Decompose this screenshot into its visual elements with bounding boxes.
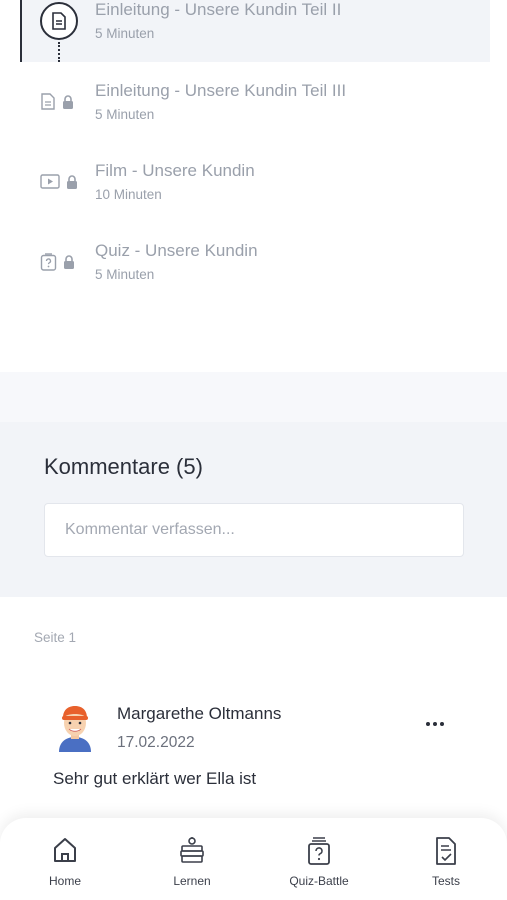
lock-icon <box>62 94 74 114</box>
nav-home[interactable]: Home <box>10 818 120 900</box>
lesson-item[interactable]: Einleitung - Unsere Kundin Teil III 5 Mi… <box>0 80 507 142</box>
lesson-list: Einleitung - Unsere Kundin Teil II 5 Min… <box>0 0 507 372</box>
lesson-duration: 5 Minuten <box>95 267 155 282</box>
lesson-duration: 5 Minuten <box>95 26 155 41</box>
user-avatar <box>55 704 95 752</box>
books-icon <box>137 836 247 866</box>
nav-label: Home <box>48 874 81 888</box>
section-divider <box>0 372 507 422</box>
lesson-item[interactable]: Einleitung - Unsere Kundin Teil II 5 Min… <box>0 0 507 62</box>
nav-lernen[interactable]: Lernen <box>137 818 247 900</box>
nav-tests[interactable]: Tests <box>391 818 501 900</box>
lock-icon <box>66 174 78 194</box>
lesson-title: Einleitung - Unsere Kundin Teil II <box>95 0 342 19</box>
lesson-item[interactable]: Quiz - Unsere Kundin 5 Minuten <box>0 240 507 302</box>
quiz-icon <box>40 252 57 276</box>
lesson-item[interactable]: Film - Unsere Kundin 10 Minuten <box>0 160 507 222</box>
test-document-icon <box>391 836 501 866</box>
comment-input[interactable] <box>44 503 464 557</box>
comment-author: Margarethe Oltmanns <box>117 704 282 723</box>
comments-title: Kommentare (5) <box>44 454 203 479</box>
lesson-title: Quiz - Unsere Kundin <box>95 241 258 260</box>
video-icon <box>40 174 60 194</box>
home-icon <box>10 836 120 866</box>
quiz-icon <box>264 836 374 866</box>
bottom-navigation: Home Lernen Quiz-Battle Tests <box>0 818 507 900</box>
nav-label: Quiz-Battle <box>289 874 349 888</box>
comments-section: Kommentare (5) <box>0 422 507 597</box>
lesson-duration: 10 Minuten <box>95 187 162 202</box>
lesson-title: Einleitung - Unsere Kundin Teil III <box>95 81 347 100</box>
lesson-title: Film - Unsere Kundin <box>95 161 255 180</box>
comment-date: 17.02.2022 <box>117 734 195 751</box>
nav-quiz-battle[interactable]: Quiz-Battle <box>264 818 374 900</box>
nav-label: Tests <box>431 874 460 888</box>
comment-item: Margarethe Oltmanns 17.02.2022 Sehr gut … <box>0 690 507 810</box>
lock-icon <box>63 254 75 274</box>
comment-text: Sehr gut erklärt wer Ella ist <box>53 769 257 788</box>
more-options-icon[interactable] <box>420 714 450 734</box>
lesson-duration: 5 Minuten <box>95 107 155 122</box>
pagination-label: Seite 1 <box>34 630 77 645</box>
nav-label: Lernen <box>173 874 211 888</box>
document-icon <box>40 93 56 115</box>
